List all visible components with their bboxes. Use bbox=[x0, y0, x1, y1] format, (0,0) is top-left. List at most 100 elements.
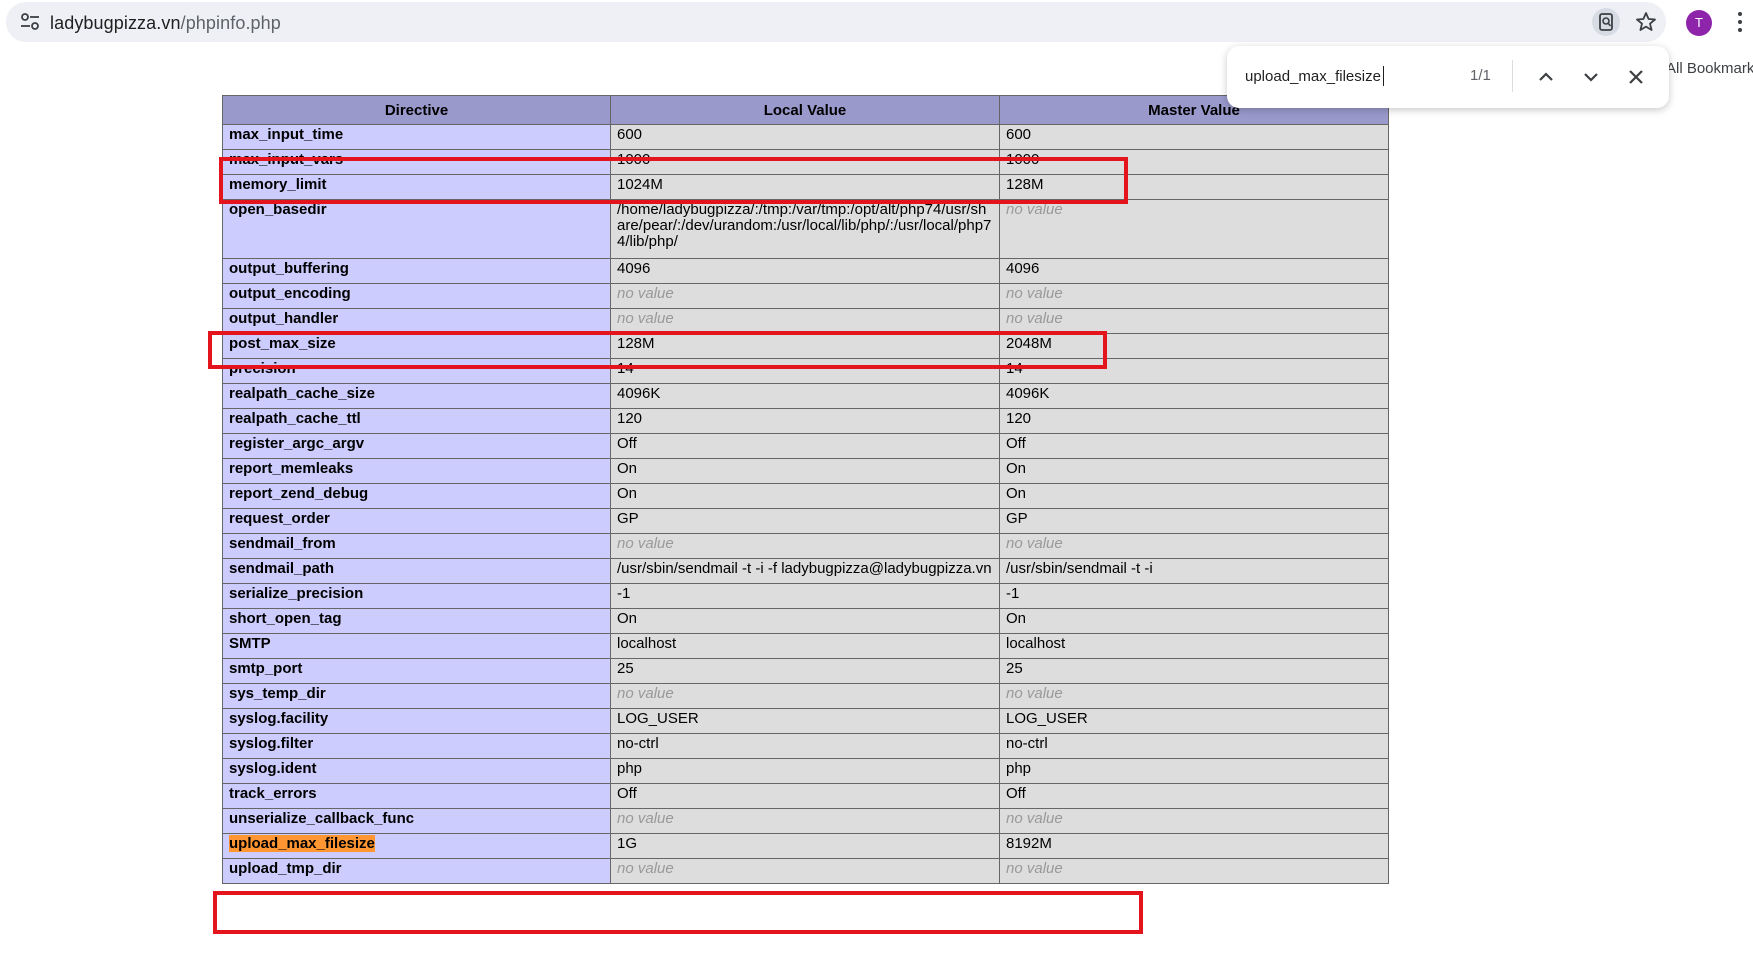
local-value-text: 1G bbox=[617, 835, 638, 852]
master-value-cell: 25 bbox=[999, 658, 1389, 684]
local-value-cell: php bbox=[610, 758, 1000, 784]
directive-text: unserialize_callback_func bbox=[229, 810, 415, 827]
address-bar[interactable]: ladybugpizza.vn/phpinfo.php bbox=[6, 2, 1666, 42]
table-row-upload-tmp-dir: upload_tmp_dir no value no value bbox=[222, 858, 1389, 884]
directive-cell: short_open_tag bbox=[222, 608, 611, 634]
local-value-cell: 25 bbox=[610, 658, 1000, 684]
find-match-highlight: upload_max_filesize bbox=[229, 835, 375, 852]
directive-cell: output_handler bbox=[222, 308, 611, 334]
directive-text: sendmail_path bbox=[229, 560, 335, 577]
all-bookmarks-link[interactable]: All Bookmarks bbox=[1666, 60, 1753, 77]
master-value-text: 120 bbox=[1006, 410, 1032, 427]
master-value-text: /usr/sbin/sendmail -t -i bbox=[1006, 560, 1153, 577]
url-text[interactable]: ladybugpizza.vn/phpinfo.php bbox=[50, 13, 281, 34]
directive-text: max_input_time bbox=[229, 126, 344, 143]
master-value-text: no value bbox=[1006, 310, 1063, 327]
directive-text: serialize_precision bbox=[229, 585, 364, 602]
table-header-row: Directive Local Value Master Value bbox=[222, 95, 1389, 125]
local-value-cell: GP bbox=[610, 508, 1000, 534]
master-value-text: 25 bbox=[1006, 660, 1023, 677]
master-value-cell: 8192M bbox=[999, 833, 1389, 859]
local-value-text: no value bbox=[617, 285, 674, 302]
directive-text: sys_temp_dir bbox=[229, 685, 326, 702]
site-settings-icon[interactable] bbox=[20, 13, 40, 31]
local-value-text: /home/ladybugpizza/:/tmp:/var/tmp:/opt/a… bbox=[617, 201, 992, 250]
table-row-report-zend-debug: report_zend_debug On On bbox=[222, 483, 1389, 509]
page-search-icon bbox=[1599, 13, 1613, 31]
directive-text: short_open_tag bbox=[229, 610, 342, 627]
master-value-cell: no value bbox=[999, 683, 1389, 709]
annotation-box-post-max-size bbox=[208, 331, 1107, 369]
master-value-text: LOG_USER bbox=[1006, 710, 1088, 727]
local-value-cell: LOG_USER bbox=[610, 708, 1000, 734]
chevron-up-icon[interactable] bbox=[1532, 63, 1560, 91]
profile-avatar[interactable]: T bbox=[1686, 10, 1712, 36]
page-search-button[interactable] bbox=[1592, 8, 1620, 36]
master-value-cell: no-ctrl bbox=[999, 733, 1389, 759]
master-value-cell: 120 bbox=[999, 408, 1389, 434]
master-value-text: no-ctrl bbox=[1006, 735, 1048, 752]
master-value-text: -1 bbox=[1006, 585, 1020, 602]
master-value-text: php bbox=[1006, 760, 1032, 777]
local-value-cell: /home/ladybugpizza/:/tmp:/var/tmp:/opt/a… bbox=[610, 199, 1000, 259]
more-menu-icon[interactable] bbox=[1736, 10, 1744, 34]
local-value-text: no value bbox=[617, 860, 674, 877]
table-row-output-handler: output_handler no value no value bbox=[222, 308, 1389, 334]
directive-text: output_buffering bbox=[229, 260, 349, 277]
directive-cell: SMTP bbox=[222, 633, 611, 659]
directive-cell: smtp_port bbox=[222, 658, 611, 684]
chevron-down-icon[interactable] bbox=[1577, 63, 1605, 91]
directive-text: output_encoding bbox=[229, 285, 351, 302]
directive-cell: output_encoding bbox=[222, 283, 611, 309]
table-row-request-order: request_order GP GP bbox=[222, 508, 1389, 534]
local-value-text: -1 bbox=[617, 585, 631, 602]
local-value-cell: no-ctrl bbox=[610, 733, 1000, 759]
directive-cell: sys_temp_dir bbox=[222, 683, 611, 709]
close-icon[interactable] bbox=[1622, 63, 1650, 91]
directive-cell: sendmail_path bbox=[222, 558, 611, 584]
star-icon bbox=[1636, 12, 1656, 31]
table-row-max-input-time: max_input_time 600 600 bbox=[222, 124, 1389, 150]
master-value-text: Off bbox=[1006, 785, 1026, 802]
local-value-text: 600 bbox=[617, 126, 643, 143]
master-value-cell: no value bbox=[999, 308, 1389, 334]
table-row-output-buffering: output_buffering 4096 4096 bbox=[222, 258, 1389, 284]
directive-text: syslog.ident bbox=[229, 760, 317, 777]
table-row-sys-temp-dir: sys_temp_dir no value no value bbox=[222, 683, 1389, 709]
master-value-cell: Off bbox=[999, 433, 1389, 459]
header-local-value: Local Value bbox=[610, 95, 1000, 125]
directive-text: sendmail_from bbox=[229, 535, 336, 552]
directive-cell: request_order bbox=[222, 508, 611, 534]
table-row-realpath-cache-size: realpath_cache_size 4096K 4096K bbox=[222, 383, 1389, 409]
text-caret bbox=[1383, 66, 1384, 86]
master-value-text: no value bbox=[1006, 535, 1063, 552]
table-row-output-encoding: output_encoding no value no value bbox=[222, 283, 1389, 309]
master-value-text: 4096 bbox=[1006, 260, 1040, 277]
find-match-count: 1/1 bbox=[1470, 67, 1491, 84]
table-row-open-basedir: open_basedir/home/ladybugpizza/:/tmp:/va… bbox=[222, 199, 1389, 259]
local-value-cell: 4096 bbox=[610, 258, 1000, 284]
local-value-text: no value bbox=[617, 810, 674, 827]
directive-cell: open_basedir bbox=[222, 199, 611, 259]
directive-text: SMTP bbox=[229, 635, 271, 652]
directive-text: register_argc_argv bbox=[229, 435, 365, 452]
table-row-short-open-tag: short_open_tag On On bbox=[222, 608, 1389, 634]
page-content: Directive Local Value Master Value max_i… bbox=[0, 95, 1753, 961]
local-value-text: 25 bbox=[617, 660, 634, 677]
master-value-cell: no value bbox=[999, 283, 1389, 309]
master-value-cell: -1 bbox=[999, 583, 1389, 609]
find-input[interactable] bbox=[1245, 64, 1445, 88]
directive-cell: upload_max_filesize bbox=[222, 833, 611, 859]
url-host: ladybugpizza.vn bbox=[50, 13, 181, 33]
find-divider bbox=[1512, 60, 1513, 92]
local-value-text: php bbox=[617, 760, 643, 777]
directive-text: output_handler bbox=[229, 310, 339, 327]
directive-cell: syslog.facility bbox=[222, 708, 611, 734]
local-value-text: LOG_USER bbox=[617, 710, 699, 727]
local-value-cell: no value bbox=[610, 533, 1000, 559]
bookmark-star-button[interactable] bbox=[1632, 8, 1660, 36]
master-value-cell: 4096 bbox=[999, 258, 1389, 284]
master-value-text: no value bbox=[1006, 860, 1063, 877]
directive-text: track_errors bbox=[229, 785, 317, 802]
table-row-upload-max-filesize: upload_max_filesize 1G 8192M bbox=[222, 833, 1389, 859]
